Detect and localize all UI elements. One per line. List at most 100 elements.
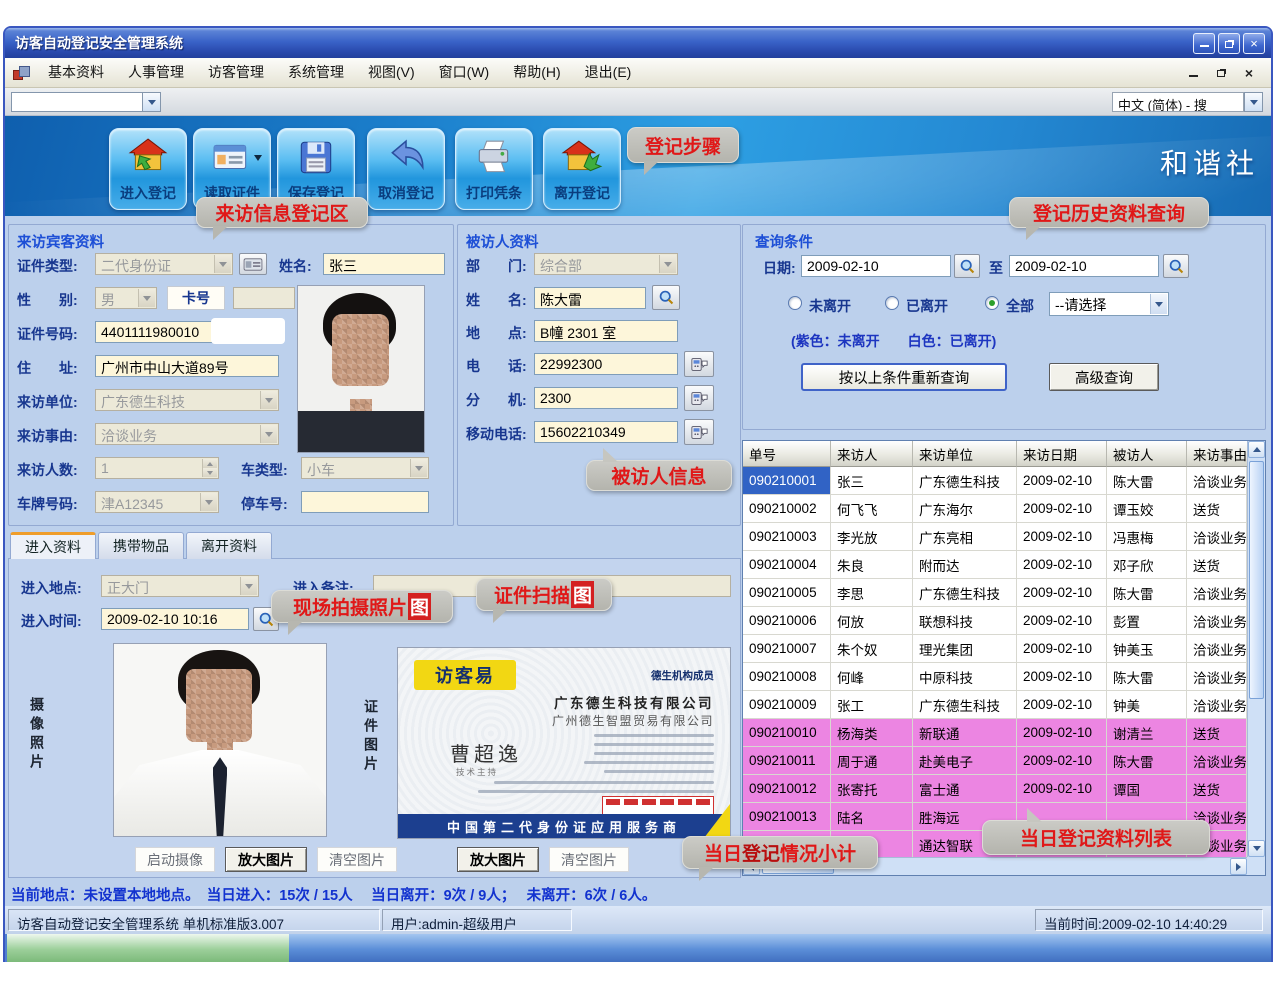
advanced-query-button[interactable]: 高级查询: [1049, 363, 1159, 391]
column-header[interactable]: 单号: [743, 441, 831, 467]
table-cell[interactable]: 彭置: [1107, 607, 1187, 635]
clear-photo-button[interactable]: 清空图片: [317, 847, 397, 872]
close-button[interactable]: ×: [1243, 33, 1265, 54]
radio-all[interactable]: [985, 296, 999, 310]
table-cell[interactable]: 陈大雷: [1107, 663, 1187, 691]
table-cell[interactable]: 洽谈业务: [1187, 663, 1247, 691]
table-cell[interactable]: 理光集团: [913, 635, 1017, 663]
table-cell[interactable]: 张寄托: [831, 775, 913, 803]
table-row[interactable]: 090210009张工广东德生科技2009-02-10钟美洽谈业务: [743, 691, 1247, 719]
table-cell[interactable]: 广东德生科技: [913, 691, 1017, 719]
table-row[interactable]: 090210010杨海类新联通2009-02-10谢清兰送货: [743, 719, 1247, 747]
table-cell[interactable]: 广东德生科技: [913, 467, 1017, 495]
table-cell[interactable]: 中原科技: [913, 663, 1017, 691]
parking-no-input[interactable]: [301, 491, 429, 513]
table-cell[interactable]: 2009-02-10: [1017, 747, 1107, 775]
entry-time-input[interactable]: 2009-02-10 10:16: [101, 608, 249, 630]
table-row[interactable]: 090210006何放联想科技2009-02-10彭置洽谈业务: [743, 607, 1247, 635]
plate-number-select[interactable]: 津A12345: [95, 491, 219, 513]
tab-leave-info[interactable]: 离开资料: [186, 532, 272, 559]
table-cell[interactable]: 广东亮相: [913, 523, 1017, 551]
scroll-right-icon[interactable]: [1230, 858, 1247, 875]
visit-company-select[interactable]: 广东德生科技: [95, 389, 279, 411]
table-row[interactable]: 090210012张寄托富士通2009-02-10谭国送货: [743, 775, 1247, 803]
quick-combo-input[interactable]: [11, 92, 143, 112]
dial-extension-button[interactable]: [684, 385, 714, 411]
table-cell[interactable]: 富士通: [913, 775, 1017, 803]
table-cell[interactable]: 广东海尔: [913, 495, 1017, 523]
table-cell[interactable]: 朱个奴: [831, 635, 913, 663]
table-cell[interactable]: 2009-02-10: [1017, 775, 1107, 803]
cancel-register-button[interactable]: 取消登记: [367, 128, 445, 210]
table-cell[interactable]: 张工: [831, 691, 913, 719]
tab-entry-info[interactable]: 进入资料: [10, 532, 96, 559]
table-cell[interactable]: 何飞飞: [831, 495, 913, 523]
table-cell[interactable]: 2009-02-10: [1017, 607, 1107, 635]
table-cell[interactable]: 钟美玉: [1107, 635, 1187, 663]
table-cell[interactable]: 送货: [1187, 495, 1247, 523]
people-count-stepper[interactable]: 1: [95, 457, 219, 479]
menu-item[interactable]: 退出(E): [573, 58, 644, 87]
mdi-restore-button[interactable]: [1213, 65, 1229, 81]
date-from-picker-button[interactable]: [954, 254, 980, 278]
minimize-button[interactable]: [1193, 33, 1215, 54]
table-row[interactable]: 090210004朱良附而达2009-02-10邓子欣送货: [743, 551, 1247, 579]
table-cell[interactable]: 洽谈业务: [1187, 747, 1247, 775]
table-cell[interactable]: 送货: [1187, 775, 1247, 803]
table-row[interactable]: 090210002何飞飞广东海尔2009-02-10谭玉姣送货: [743, 495, 1247, 523]
enlarge-card-button[interactable]: 放大图片: [457, 847, 539, 872]
scroll-down-icon[interactable]: [1248, 840, 1265, 857]
table-cell[interactable]: 洽谈业务: [1187, 523, 1247, 551]
table-cell[interactable]: 090210012: [743, 775, 831, 803]
title-bar[interactable]: 访客自动登记安全管理系统 ×: [5, 28, 1271, 58]
card-no-button[interactable]: 卡号: [167, 286, 225, 310]
table-cell[interactable]: 陈大雷: [1107, 467, 1187, 495]
menu-item[interactable]: 系统管理: [276, 58, 356, 87]
menu-item[interactable]: 人事管理: [116, 58, 196, 87]
table-cell[interactable]: 090210008: [743, 663, 831, 691]
menu-item[interactable]: 帮助(H): [501, 58, 572, 87]
table-cell[interactable]: 新联通: [913, 719, 1017, 747]
column-header[interactable]: 被访人: [1107, 441, 1187, 467]
table-cell[interactable]: 090210007: [743, 635, 831, 663]
radio-not-departed[interactable]: [788, 296, 802, 310]
table-cell[interactable]: 送货: [1187, 551, 1247, 579]
column-header[interactable]: 来访日期: [1017, 441, 1107, 467]
table-cell[interactable]: 邓子欣: [1107, 551, 1187, 579]
language-selector[interactable]: 中文 (简体) - 搜: [1112, 92, 1244, 112]
table-cell[interactable]: 陈大雷: [1107, 747, 1187, 775]
start-camera-button[interactable]: 启动摄像: [135, 847, 215, 872]
mdi-close-button[interactable]: ×: [1241, 65, 1257, 81]
visitor-name-input[interactable]: 张三: [323, 253, 445, 275]
table-cell[interactable]: 2009-02-10: [1017, 523, 1107, 551]
gender-select[interactable]: 男: [95, 287, 157, 309]
card-reader-button[interactable]: [239, 253, 267, 275]
menu-item[interactable]: 访客管理: [196, 58, 276, 87]
table-cell[interactable]: 洽谈业务: [1187, 635, 1247, 663]
enter-register-button[interactable]: 进入登记: [109, 128, 187, 210]
visited-name-input[interactable]: 陈大雷: [534, 287, 646, 309]
table-row[interactable]: 090210011周于通赴美电子2009-02-10陈大雷洽谈业务: [743, 747, 1247, 775]
table-cell[interactable]: 冯惠梅: [1107, 523, 1187, 551]
mobile-input[interactable]: 15602210349: [534, 421, 678, 443]
table-cell[interactable]: 洽谈业务: [1187, 607, 1247, 635]
entry-place-select[interactable]: 正大门: [101, 575, 259, 597]
table-cell[interactable]: 送货: [1187, 719, 1247, 747]
table-cell[interactable]: 洽谈业务: [1187, 691, 1247, 719]
radio-departed[interactable]: [885, 296, 899, 310]
table-cell[interactable]: 2009-02-10: [1017, 691, 1107, 719]
enlarge-photo-button[interactable]: 放大图片: [225, 847, 307, 872]
leave-register-button[interactable]: 离开登记: [543, 128, 621, 210]
column-header[interactable]: 来访单位: [913, 441, 1017, 467]
table-cell[interactable]: 张三: [831, 467, 913, 495]
table-cell[interactable]: 090210005: [743, 579, 831, 607]
id-type-select[interactable]: 二代身份证: [95, 253, 233, 275]
table-row[interactable]: 090210005李思广东德生科技2009-02-10陈大雷洽谈业务: [743, 579, 1247, 607]
table-cell[interactable]: 谭国: [1107, 775, 1187, 803]
table-cell[interactable]: 090210009: [743, 691, 831, 719]
card-no-input[interactable]: [233, 287, 295, 309]
filter-select[interactable]: --请选择: [1049, 292, 1169, 316]
dial-phone-button[interactable]: [684, 351, 714, 377]
table-cell[interactable]: 090210002: [743, 495, 831, 523]
table-cell[interactable]: 090210010: [743, 719, 831, 747]
